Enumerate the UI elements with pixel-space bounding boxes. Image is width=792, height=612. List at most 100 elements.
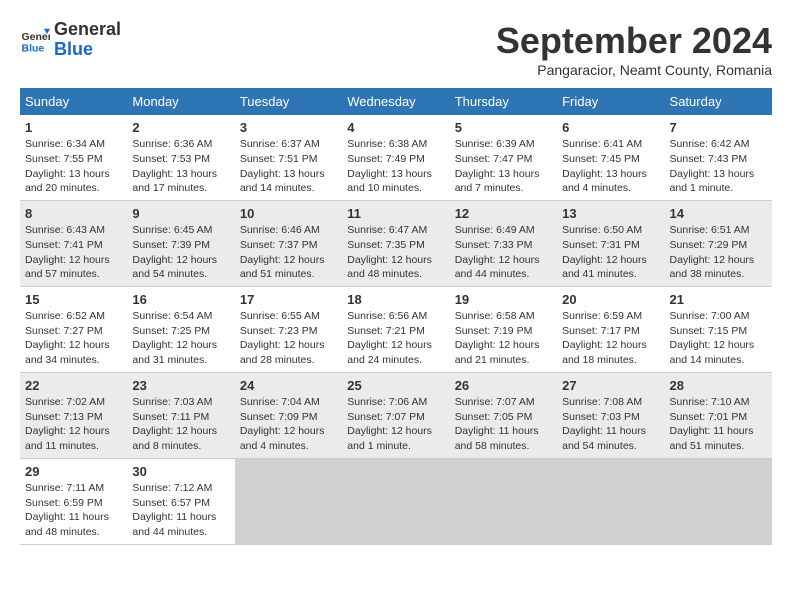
calendar-cell: 3Sunrise: 6:37 AM Sunset: 7:51 PM Daylig…: [235, 115, 342, 200]
month-title: September 2024: [496, 20, 772, 62]
day-info: Sunrise: 7:08 AM Sunset: 7:03 PM Dayligh…: [562, 395, 659, 454]
day-number: 15: [25, 291, 122, 309]
day-number: 22: [25, 377, 122, 395]
day-info: Sunrise: 6:49 AM Sunset: 7:33 PM Dayligh…: [455, 223, 552, 282]
calendar-cell: 6Sunrise: 6:41 AM Sunset: 7:45 PM Daylig…: [557, 115, 664, 200]
calendar-cell: 22Sunrise: 7:02 AM Sunset: 7:13 PM Dayli…: [20, 372, 127, 458]
calendar-cell: 25Sunrise: 7:06 AM Sunset: 7:07 PM Dayli…: [342, 372, 449, 458]
logo-general-text: General: [54, 20, 121, 40]
calendar-cell: 16Sunrise: 6:54 AM Sunset: 7:25 PM Dayli…: [127, 286, 234, 372]
day-number: 7: [670, 119, 767, 137]
calendar-cell: [235, 458, 342, 544]
day-number: 17: [240, 291, 337, 309]
day-number: 14: [670, 205, 767, 223]
day-info: Sunrise: 7:10 AM Sunset: 7:01 PM Dayligh…: [670, 395, 767, 454]
calendar-cell: [557, 458, 664, 544]
day-info: Sunrise: 7:00 AM Sunset: 7:15 PM Dayligh…: [670, 309, 767, 368]
day-info: Sunrise: 6:37 AM Sunset: 7:51 PM Dayligh…: [240, 137, 337, 196]
calendar-cell: 21Sunrise: 7:00 AM Sunset: 7:15 PM Dayli…: [665, 286, 772, 372]
day-info: Sunrise: 6:54 AM Sunset: 7:25 PM Dayligh…: [132, 309, 229, 368]
day-info: Sunrise: 6:58 AM Sunset: 7:19 PM Dayligh…: [455, 309, 552, 368]
calendar-cell: 12Sunrise: 6:49 AM Sunset: 7:33 PM Dayli…: [450, 200, 557, 286]
calendar-cell: 8Sunrise: 6:43 AM Sunset: 7:41 PM Daylig…: [20, 200, 127, 286]
svg-text:General: General: [22, 31, 51, 43]
header-row: SundayMondayTuesdayWednesdayThursdayFrid…: [20, 88, 772, 115]
day-number: 24: [240, 377, 337, 395]
calendar-cell: [342, 458, 449, 544]
day-number: 5: [455, 119, 552, 137]
calendar-cell: 30Sunrise: 7:12 AM Sunset: 6:57 PM Dayli…: [127, 458, 234, 544]
day-number: 10: [240, 205, 337, 223]
day-number: 8: [25, 205, 122, 223]
day-of-week-header: Tuesday: [235, 88, 342, 115]
calendar-cell: 14Sunrise: 6:51 AM Sunset: 7:29 PM Dayli…: [665, 200, 772, 286]
day-number: 23: [132, 377, 229, 395]
day-number: 29: [25, 463, 122, 481]
day-number: 19: [455, 291, 552, 309]
day-info: Sunrise: 7:06 AM Sunset: 7:07 PM Dayligh…: [347, 395, 444, 454]
day-info: Sunrise: 6:51 AM Sunset: 7:29 PM Dayligh…: [670, 223, 767, 282]
day-number: 27: [562, 377, 659, 395]
calendar-cell: 23Sunrise: 7:03 AM Sunset: 7:11 PM Dayli…: [127, 372, 234, 458]
day-info: Sunrise: 6:46 AM Sunset: 7:37 PM Dayligh…: [240, 223, 337, 282]
logo-blue-text: Blue: [54, 40, 121, 60]
day-info: Sunrise: 6:59 AM Sunset: 7:17 PM Dayligh…: [562, 309, 659, 368]
day-info: Sunrise: 7:07 AM Sunset: 7:05 PM Dayligh…: [455, 395, 552, 454]
day-number: 25: [347, 377, 444, 395]
day-info: Sunrise: 7:04 AM Sunset: 7:09 PM Dayligh…: [240, 395, 337, 454]
calendar-cell: 2Sunrise: 6:36 AM Sunset: 7:53 PM Daylig…: [127, 115, 234, 200]
day-of-week-header: Sunday: [20, 88, 127, 115]
calendar-cell: [450, 458, 557, 544]
day-number: 28: [670, 377, 767, 395]
calendar-cell: 17Sunrise: 6:55 AM Sunset: 7:23 PM Dayli…: [235, 286, 342, 372]
day-number: 12: [455, 205, 552, 223]
day-info: Sunrise: 6:55 AM Sunset: 7:23 PM Dayligh…: [240, 309, 337, 368]
calendar-cell: 18Sunrise: 6:56 AM Sunset: 7:21 PM Dayli…: [342, 286, 449, 372]
day-info: Sunrise: 6:41 AM Sunset: 7:45 PM Dayligh…: [562, 137, 659, 196]
calendar-cell: [665, 458, 772, 544]
day-number: 30: [132, 463, 229, 481]
calendar-row: 1Sunrise: 6:34 AM Sunset: 7:55 PM Daylig…: [20, 115, 772, 200]
calendar-cell: 13Sunrise: 6:50 AM Sunset: 7:31 PM Dayli…: [557, 200, 664, 286]
calendar-cell: 4Sunrise: 6:38 AM Sunset: 7:49 PM Daylig…: [342, 115, 449, 200]
day-number: 1: [25, 119, 122, 137]
day-info: Sunrise: 6:39 AM Sunset: 7:47 PM Dayligh…: [455, 137, 552, 196]
day-number: 9: [132, 205, 229, 223]
calendar-cell: 29Sunrise: 7:11 AM Sunset: 6:59 PM Dayli…: [20, 458, 127, 544]
calendar-cell: 10Sunrise: 6:46 AM Sunset: 7:37 PM Dayli…: [235, 200, 342, 286]
day-info: Sunrise: 6:52 AM Sunset: 7:27 PM Dayligh…: [25, 309, 122, 368]
day-info: Sunrise: 6:34 AM Sunset: 7:55 PM Dayligh…: [25, 137, 122, 196]
calendar-cell: 28Sunrise: 7:10 AM Sunset: 7:01 PM Dayli…: [665, 372, 772, 458]
logo: General Blue General Blue: [20, 20, 121, 60]
day-info: Sunrise: 7:03 AM Sunset: 7:11 PM Dayligh…: [132, 395, 229, 454]
day-of-week-header: Saturday: [665, 88, 772, 115]
day-of-week-header: Wednesday: [342, 88, 449, 115]
calendar-cell: 27Sunrise: 7:08 AM Sunset: 7:03 PM Dayli…: [557, 372, 664, 458]
title-block: September 2024 Pangaracior, Neamt County…: [496, 20, 772, 78]
calendar-row: 22Sunrise: 7:02 AM Sunset: 7:13 PM Dayli…: [20, 372, 772, 458]
logo-icon: General Blue: [20, 25, 50, 55]
day-number: 26: [455, 377, 552, 395]
calendar-cell: 7Sunrise: 6:42 AM Sunset: 7:43 PM Daylig…: [665, 115, 772, 200]
calendar-row: 8Sunrise: 6:43 AM Sunset: 7:41 PM Daylig…: [20, 200, 772, 286]
day-info: Sunrise: 6:45 AM Sunset: 7:39 PM Dayligh…: [132, 223, 229, 282]
day-info: Sunrise: 7:11 AM Sunset: 6:59 PM Dayligh…: [25, 481, 122, 540]
calendar-cell: 5Sunrise: 6:39 AM Sunset: 7:47 PM Daylig…: [450, 115, 557, 200]
day-info: Sunrise: 6:47 AM Sunset: 7:35 PM Dayligh…: [347, 223, 444, 282]
calendar-cell: 11Sunrise: 6:47 AM Sunset: 7:35 PM Dayli…: [342, 200, 449, 286]
calendar-cell: 20Sunrise: 6:59 AM Sunset: 7:17 PM Dayli…: [557, 286, 664, 372]
day-info: Sunrise: 7:12 AM Sunset: 6:57 PM Dayligh…: [132, 481, 229, 540]
day-info: Sunrise: 6:50 AM Sunset: 7:31 PM Dayligh…: [562, 223, 659, 282]
day-number: 2: [132, 119, 229, 137]
location: Pangaracior, Neamt County, Romania: [496, 62, 772, 78]
svg-text:Blue: Blue: [22, 42, 45, 54]
calendar-row: 15Sunrise: 6:52 AM Sunset: 7:27 PM Dayli…: [20, 286, 772, 372]
day-of-week-header: Monday: [127, 88, 234, 115]
day-info: Sunrise: 6:42 AM Sunset: 7:43 PM Dayligh…: [670, 137, 767, 196]
day-number: 13: [562, 205, 659, 223]
calendar-cell: 15Sunrise: 6:52 AM Sunset: 7:27 PM Dayli…: [20, 286, 127, 372]
day-number: 20: [562, 291, 659, 309]
calendar-row: 29Sunrise: 7:11 AM Sunset: 6:59 PM Dayli…: [20, 458, 772, 544]
day-number: 16: [132, 291, 229, 309]
day-info: Sunrise: 6:38 AM Sunset: 7:49 PM Dayligh…: [347, 137, 444, 196]
